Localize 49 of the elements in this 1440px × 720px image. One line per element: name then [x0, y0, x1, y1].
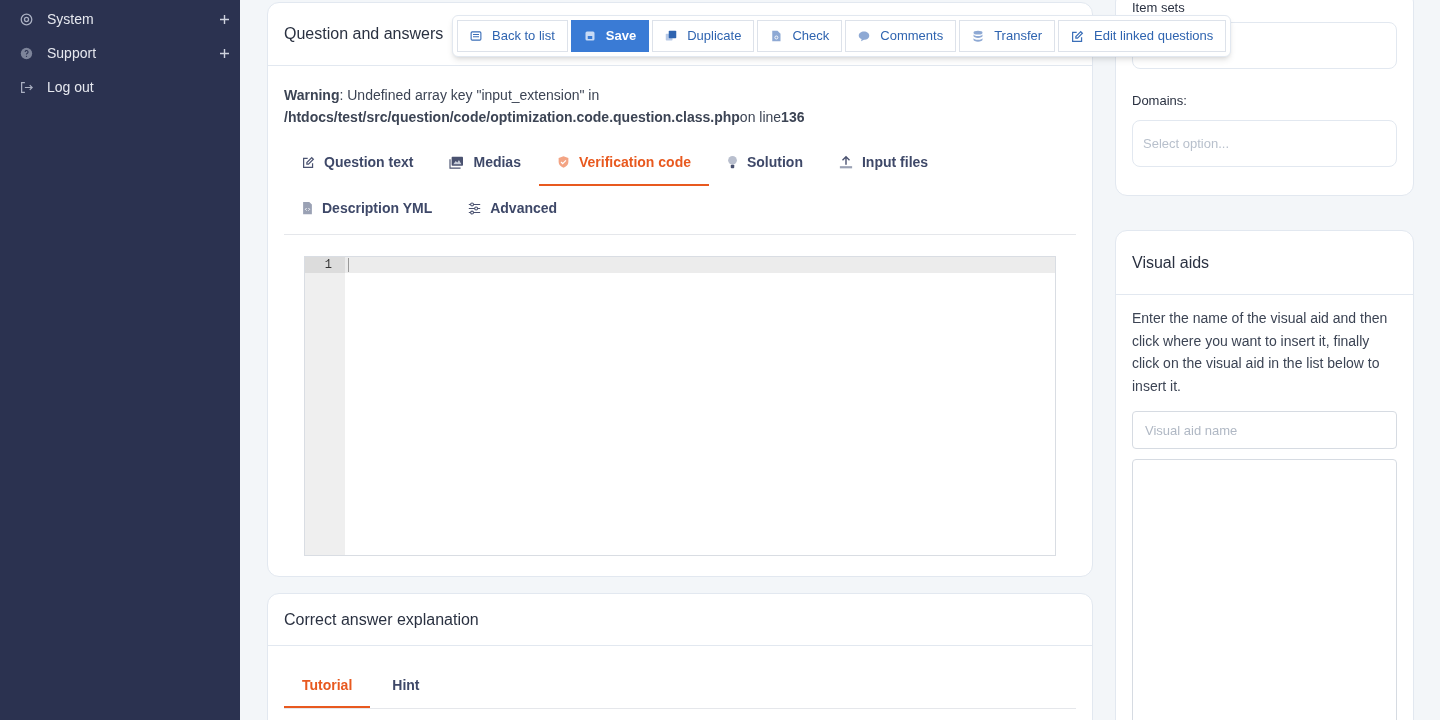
card-title: Correct answer explanation [284, 609, 479, 630]
logout-icon [20, 80, 33, 94]
sidebar-item[interactable]: Log out [0, 70, 240, 104]
field-label: Domains: [1132, 92, 1188, 110]
code-editor[interactable]: 1 [304, 256, 1056, 556]
sidebar-item[interactable]: Support [0, 36, 240, 70]
text-cursor [348, 258, 349, 272]
tab[interactable]: Advanced [450, 186, 576, 232]
tab[interactable]: Solution [709, 140, 821, 186]
toolbar-button[interactable]: Duplicate [652, 20, 755, 52]
tab[interactable]: Input files [821, 140, 947, 186]
domains-select[interactable]: Select option... [1132, 119, 1397, 167]
upload-icon [839, 155, 853, 169]
tab[interactable]: Question text [284, 140, 432, 186]
warning-message: Warning: Undefined array key "input_extension" in /htdocs/test/src/question/code/optimization.code.question.class.phpon line136 [284, 86, 806, 127]
card-title: Visual aids [1132, 252, 1210, 273]
tab[interactable]: Medias [431, 140, 539, 186]
tab[interactable]: Hint [374, 664, 438, 708]
toolbar-button[interactable]: Comments [845, 20, 957, 52]
visual-aid-list[interactable] [1132, 459, 1397, 720]
tab[interactable]: Tutorial [284, 664, 371, 708]
help-icon [20, 46, 33, 60]
chat-icon [858, 30, 871, 42]
tab[interactable]: Description YML [284, 186, 451, 232]
document-icon [770, 30, 783, 42]
shield-icon [556, 155, 570, 169]
edit-icon [302, 155, 315, 169]
help-text: Enter the name of the visual aid and then click where you want to insert it, finally click on the visual aid in the list below to insert it. [1132, 309, 1389, 396]
sidebar-item[interactable]: System [0, 2, 240, 36]
list-icon [470, 30, 482, 42]
tab[interactable]: Verification code [538, 140, 709, 186]
line-number: 1 [305, 257, 345, 273]
field-label: Item sets [1132, 1, 1186, 14]
toolbar-button[interactable]: Back to list [457, 20, 568, 52]
sliders-icon [468, 201, 482, 215]
save-icon [583, 30, 596, 42]
image-icon [449, 155, 465, 169]
gear-icon [20, 12, 33, 26]
card-title: Question and answers [284, 24, 444, 44]
toolbar-button[interactable]: Edit linked questions [1058, 20, 1227, 52]
toolbar-button[interactable]: Check [757, 20, 843, 52]
toolbar-button[interactable]: Save [570, 20, 650, 52]
lightbulb-icon [727, 155, 738, 169]
copy-icon [665, 30, 678, 42]
file-code-icon [302, 201, 313, 215]
database-icon [972, 30, 985, 42]
edit-icon [1071, 29, 1085, 43]
visual-aid-name-field[interactable]: Visual aid name [1132, 411, 1397, 449]
toolbar-button[interactable]: Transfer [959, 20, 1056, 52]
